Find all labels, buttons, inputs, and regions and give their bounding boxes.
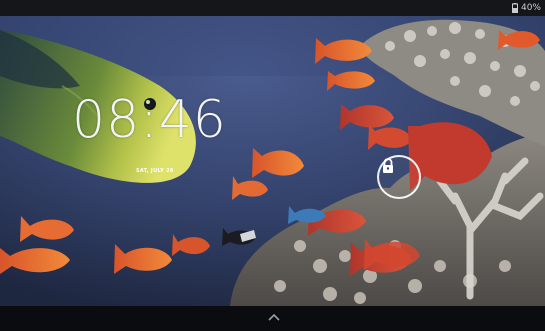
chevron-up-icon[interactable]: [268, 313, 280, 321]
status-icons: 40%: [511, 2, 541, 14]
aquarium-wallpaper: 08:46 SAT, JULY 26: [0, 16, 545, 306]
lock-icon: [383, 158, 393, 173]
wallpaper-image: [0, 16, 545, 306]
battery-icon: [511, 3, 518, 13]
battery-percentage: 40%: [520, 3, 541, 13]
unlock-button[interactable]: [377, 155, 421, 199]
lock-clock: 08:46: [72, 90, 227, 150]
navigation-bar: [0, 306, 545, 331]
status-bar: 40%: [0, 0, 545, 16]
lock-date: SAT, JULY 26: [136, 168, 174, 174]
